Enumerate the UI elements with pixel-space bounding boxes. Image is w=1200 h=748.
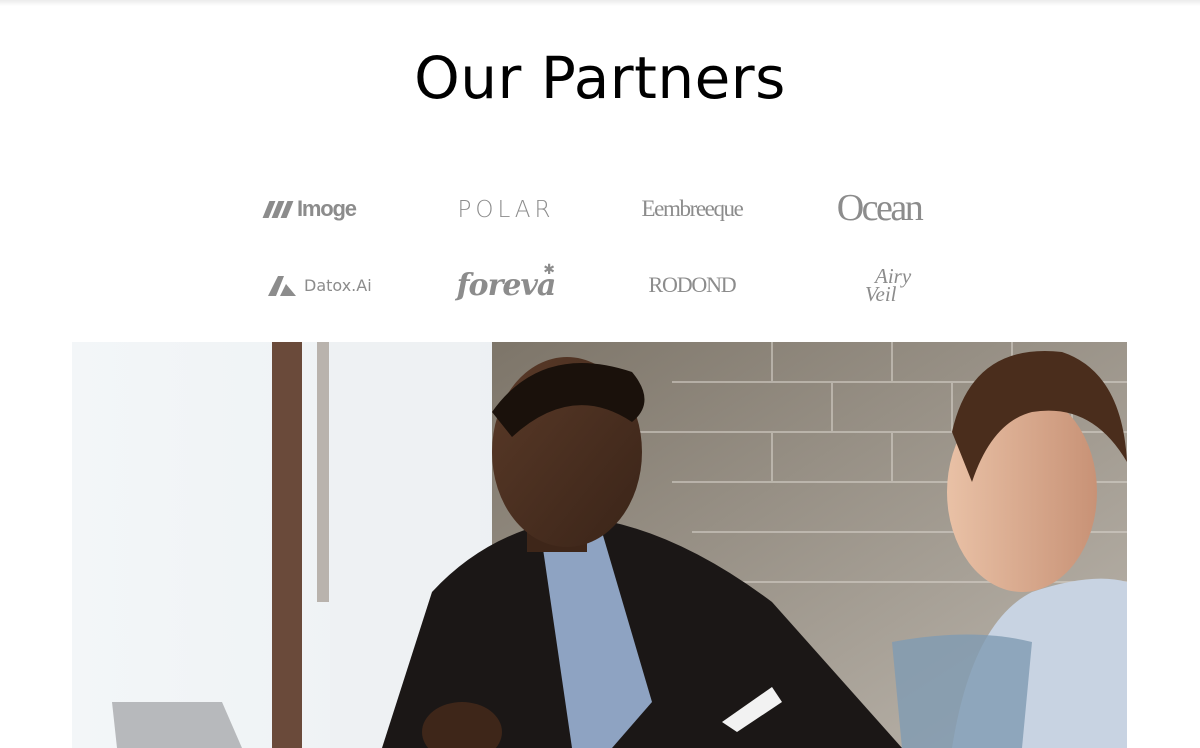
airy-veil-logo-icon: Airy Veil: [839, 262, 919, 308]
partner-name: Eembreeque: [641, 196, 744, 221]
partner-logo-polar[interactable]: POLAR: [451, 188, 561, 232]
partner-logo-ocean[interactable]: Ocean: [824, 186, 934, 230]
partner-logo-imoge[interactable]: Imoge: [262, 187, 376, 231]
meeting-photo: [72, 342, 1127, 748]
partner-name: RODOND: [648, 272, 737, 297]
partner-logo-airy-veil[interactable]: Airy Veil: [824, 260, 934, 310]
partner-logo-foreva[interactable]: foreva ✱: [451, 261, 561, 307]
partner-logo-eembreeque[interactable]: Eembreeque: [637, 187, 747, 231]
partner-logo-rodond[interactable]: RODOND: [637, 263, 747, 307]
partner-name: Imoge: [297, 196, 357, 221]
partner-name: Ocean: [836, 187, 924, 229]
partners-page: Our Partners Imoge POLAR Eembreeque Ocea…: [0, 0, 1200, 748]
imoge-logo-icon: [262, 200, 294, 218]
section-title: Our Partners: [414, 44, 786, 112]
header-shadow: [0, 0, 1200, 6]
partner-name: POLAR: [457, 197, 555, 223]
partner-name: foreva: [456, 267, 557, 303]
asterisk-icon: ✱: [543, 261, 555, 277]
meeting-photo-illustration: [72, 342, 1127, 748]
partner-name-line2: Veil: [865, 282, 897, 306]
datox-logo-icon: [268, 276, 296, 296]
partner-name: Datox.Ai: [304, 275, 372, 295]
partner-logo-datox[interactable]: Datox.Ai: [266, 263, 376, 307]
